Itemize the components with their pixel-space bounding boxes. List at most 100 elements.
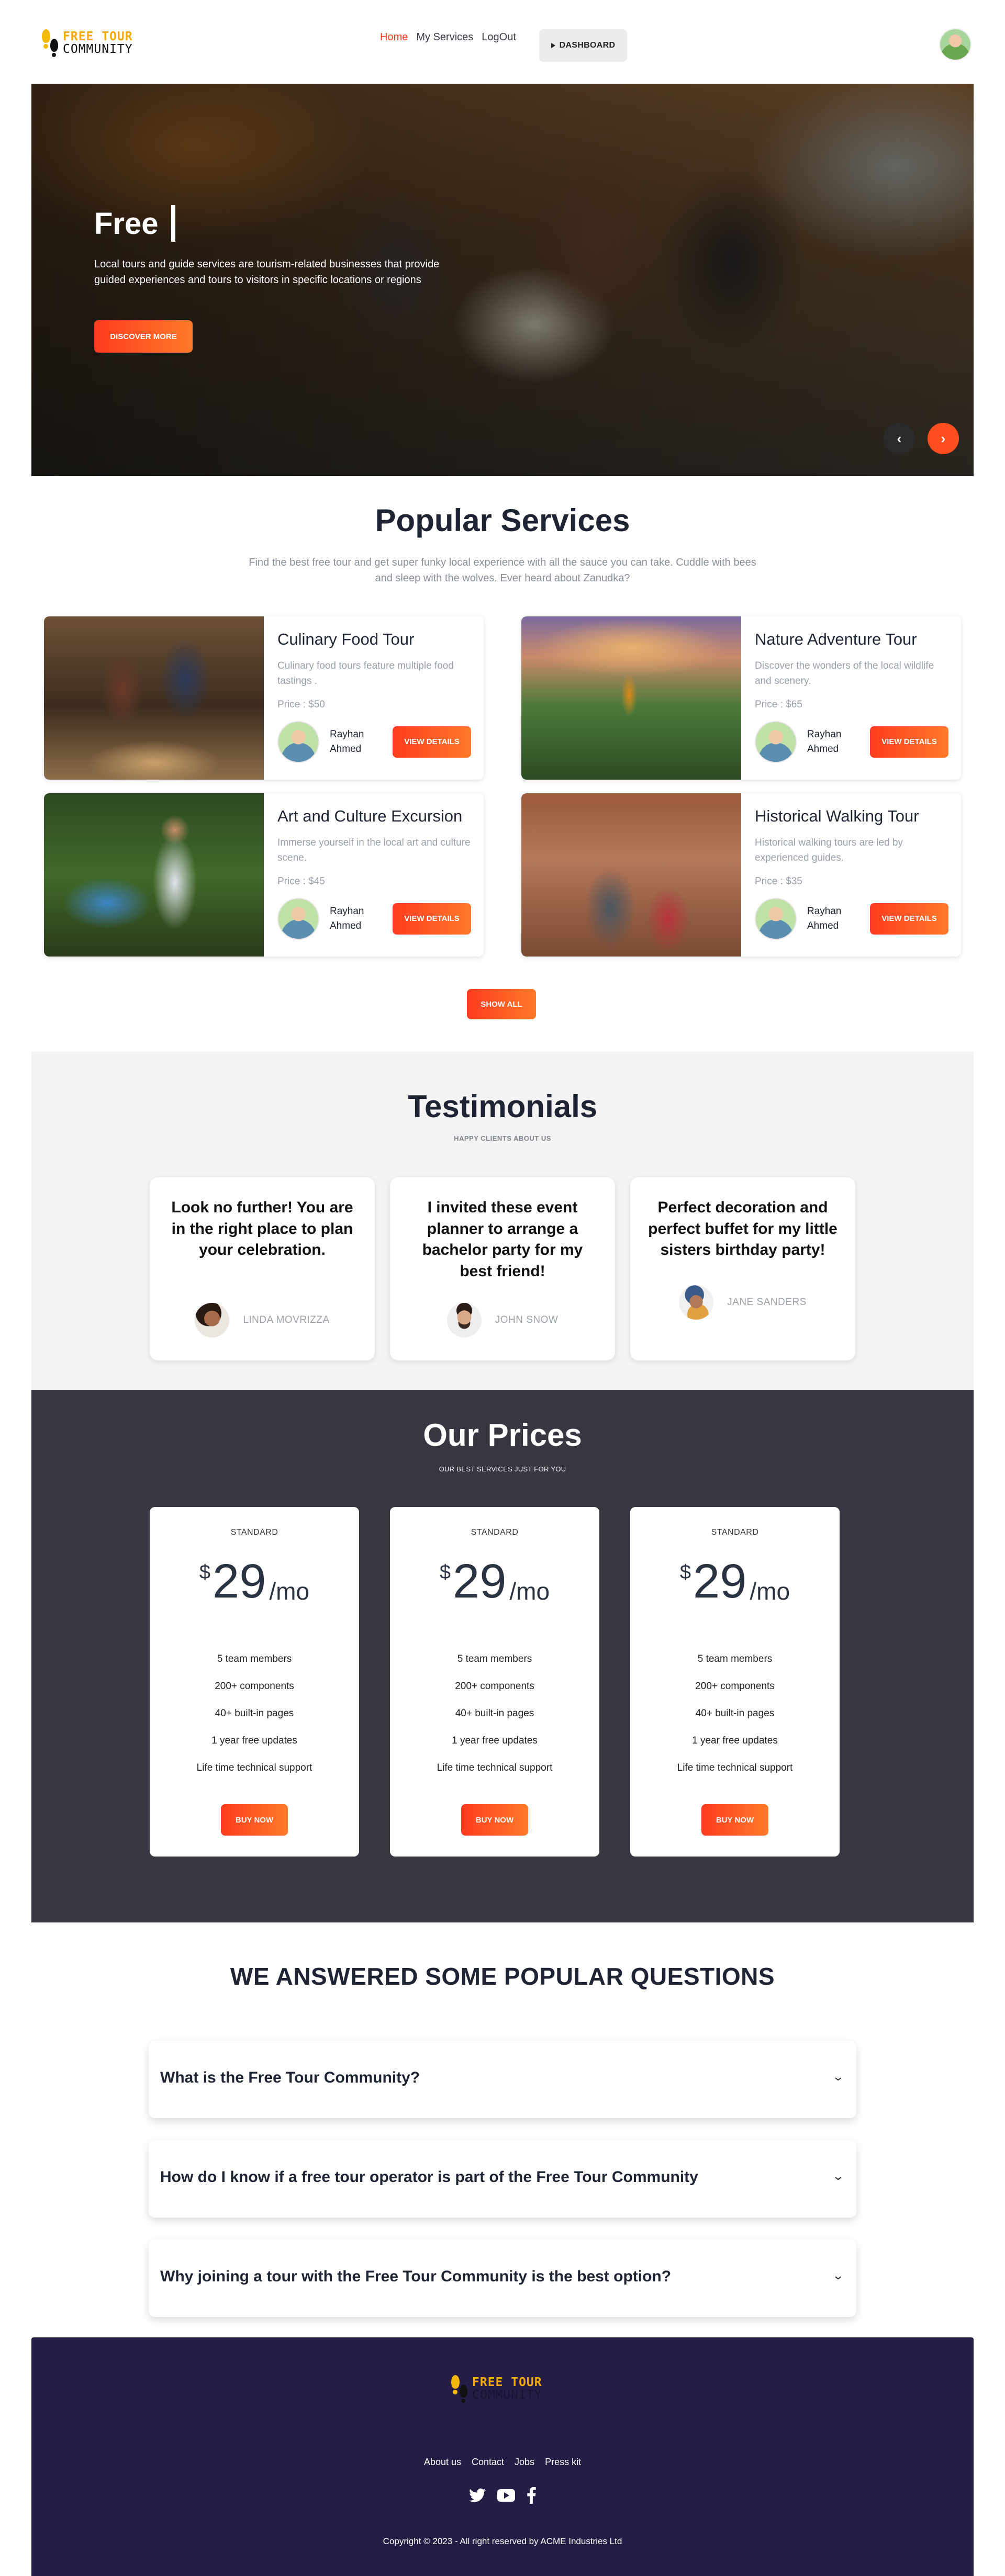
hero-carousel: Free Local tours and guide services are … [31, 84, 974, 476]
carousel-next-icon[interactable]: › [928, 423, 959, 454]
price-currency: $ [199, 1561, 211, 1583]
brand-logo[interactable]: FREE TOUR COMMUNITY [42, 28, 133, 58]
plan-feature: 40+ built-in pages [695, 1708, 775, 1719]
hero-title: Free [94, 205, 175, 242]
testimonial-card: Perfect decoration and perfect buffet fo… [630, 1177, 855, 1360]
price-amount: 29 [213, 1555, 266, 1608]
service-description: Discover the wonders of the local wildli… [755, 660, 934, 687]
client-avatar [446, 1303, 482, 1337]
price-card: STANDARD $ 29 /mo 5 team members 200+ co… [150, 1507, 359, 1857]
plan-feature: 1 year free updates [692, 1735, 778, 1746]
plan-feature: 1 year free updates [211, 1735, 297, 1746]
view-details-button[interactable]: VIEW DETAILS [870, 726, 948, 758]
service-price: Price : $35 [755, 876, 802, 887]
buy-now-button[interactable]: BUY NOW [221, 1804, 288, 1836]
view-details-button[interactable]: VIEW DETAILS [870, 903, 948, 935]
testimonial-author: JANE SANDERS [630, 1285, 855, 1320]
price-amount: 29 [453, 1555, 507, 1608]
faq-question: How do I know if a free tour operator is… [160, 2168, 698, 2186]
testimonials-subtitle: HAPPY CLIENTS ABOUT US [454, 1134, 551, 1142]
client-avatar [195, 1303, 230, 1337]
author-avatar [755, 898, 797, 940]
client-name: JANE SANDERS [727, 1297, 807, 1308]
service-image [44, 616, 264, 780]
typing-cursor [171, 205, 175, 242]
plan-price: $ 29 /mo [150, 1557, 359, 1605]
author-name: Rayhan Ahmed [330, 906, 364, 931]
buy-now-button[interactable]: BUY NOW [461, 1804, 528, 1836]
hero-title-text: Free [94, 206, 159, 241]
view-details-button[interactable]: VIEW DETAILS [393, 903, 471, 935]
service-card[interactable]: Nature Adventure Tour Discover the wonde… [521, 616, 961, 780]
caret-right-icon [551, 43, 555, 48]
plan-price: $ 29 /mo [630, 1557, 840, 1605]
faq-question: What is the Free Tour Community? [160, 2069, 420, 2086]
footer-link-about[interactable]: About us [424, 2457, 461, 2468]
nav-link-home[interactable]: Home [380, 31, 408, 43]
price-currency: $ [679, 1561, 691, 1583]
navbar: FREE TOUR COMMUNITY Home My Services Log… [0, 0, 1005, 84]
testimonials-title: Testimonials [407, 1089, 598, 1124]
chevron-down-icon: ⌄ [831, 2169, 844, 2183]
service-card[interactable]: Culinary Food Tour Culinary food tours f… [44, 616, 484, 780]
faq-item[interactable]: Why joining a tour with the Free Tour Co… [149, 2240, 856, 2317]
service-title: Art and Culture Excursion [277, 807, 463, 825]
carousel-prev-icon[interactable]: ‹ [884, 423, 915, 454]
plan-feature: 200+ components [455, 1681, 534, 1692]
author-name: Rayhan Ahmed [807, 906, 842, 931]
facebook-icon[interactable] [527, 2487, 536, 2504]
footer-links: About us Contact Jobs Press kit [31, 2457, 974, 2468]
plan-feature: Life time technical support [437, 1762, 553, 1773]
author-avatar [755, 721, 797, 763]
plan-label: STANDARD [711, 1528, 759, 1537]
faq-item[interactable]: What is the Free Tour Community? ⌄ [149, 2041, 856, 2118]
discover-more-button[interactable]: DISCOVER MORE [94, 320, 193, 353]
service-card[interactable]: Art and Culture Excursion Immerse yourse… [44, 793, 484, 957]
testimonial-card: Look no further! You are in the right pl… [150, 1177, 375, 1360]
services-title: Popular Services [375, 503, 630, 538]
prices-title: Our Prices [423, 1418, 582, 1453]
footer-link-press-kit[interactable]: Press kit [545, 2457, 581, 2468]
services-subtitle: Find the best free tour and get super fu… [249, 557, 756, 584]
show-all-button[interactable]: SHOW ALL [467, 989, 536, 1019]
brand-name-line1: FREE TOUR [472, 2375, 542, 2389]
faq-title: WE ANSWERED SOME POPULAR QUESTIONS [230, 1963, 775, 1990]
price-period: /mo [509, 1578, 550, 1605]
plan-feature: 40+ built-in pages [455, 1708, 534, 1719]
plan-feature: 1 year free updates [452, 1735, 538, 1746]
price-currency: $ [439, 1561, 451, 1583]
view-details-button[interactable]: VIEW DETAILS [393, 726, 471, 758]
faq-question: Why joining a tour with the Free Tour Co… [160, 2268, 672, 2285]
price-amount: 29 [693, 1555, 747, 1608]
testimonial-quote: Perfect decoration and perfect buffet fo… [648, 1199, 838, 1258]
service-description: Culinary food tours feature multiple foo… [277, 660, 454, 687]
twitter-icon[interactable] [469, 2488, 486, 2503]
user-avatar[interactable] [939, 28, 972, 61]
buy-now-button[interactable]: BUY NOW [701, 1804, 768, 1836]
service-image [44, 793, 264, 957]
plan-price: $ 29 /mo [390, 1557, 599, 1605]
footer-logo[interactable]: FREE TOUR COMMUNITY [451, 2374, 542, 2403]
plan-feature: 5 team members [217, 1653, 292, 1664]
nav-link-my-services[interactable]: My Services [416, 31, 473, 43]
service-title: Nature Adventure Tour [755, 630, 917, 648]
dashboard-label: DASHBOARD [559, 41, 616, 50]
price-card: STANDARD $ 29 /mo 5 team members 200+ co… [630, 1507, 840, 1857]
youtube-icon[interactable] [497, 2489, 515, 2502]
plan-feature: 200+ components [695, 1681, 775, 1692]
footer-link-jobs[interactable]: Jobs [515, 2457, 534, 2468]
service-card[interactable]: Historical Walking Tour Historical walki… [521, 793, 961, 957]
copyright-text: Copyright © 2023 - All right reserved by… [383, 2536, 622, 2546]
brand-name-line1: FREE TOUR [63, 29, 133, 43]
dashboard-button[interactable]: DASHBOARD [539, 29, 627, 62]
plan-label: STANDARD [471, 1528, 519, 1537]
service-price: Price : $65 [755, 699, 802, 710]
plan-feature: Life time technical support [677, 1762, 793, 1773]
faq-item[interactable]: How do I know if a free tour operator is… [149, 2140, 856, 2218]
footer-link-contact[interactable]: Contact [472, 2457, 504, 2468]
footprints-icon [451, 2374, 469, 2403]
service-price: Price : $45 [277, 876, 325, 887]
client-name: JOHN SNOW [495, 1314, 559, 1325]
nav-link-logout[interactable]: LogOut [482, 31, 516, 43]
chevron-down-icon: ⌄ [831, 2269, 844, 2282]
